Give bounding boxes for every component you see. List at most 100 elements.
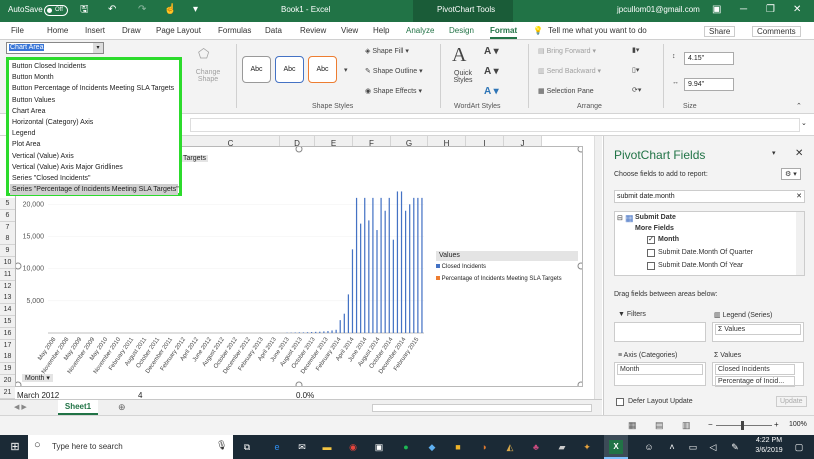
close-icon[interactable]: ✕ (793, 4, 801, 16)
chrome-icon[interactable]: ◉ (346, 440, 360, 454)
dropdown-item[interactable]: Plot Area (12, 139, 40, 150)
tab-analyze[interactable]: Analyze (406, 26, 434, 35)
vertical-scrollbar[interactable] (594, 136, 602, 399)
tree-more-fields[interactable]: More Fields (635, 225, 674, 232)
align-icon[interactable]: ▮▾ (632, 46, 639, 54)
axis-month-chip[interactable]: Month (617, 364, 703, 375)
bring-forward-button[interactable]: ▤ Bring Forward ▾ (538, 47, 596, 55)
redo-icon[interactable]: ↷ (138, 4, 146, 16)
month-checkbox[interactable]: ✓ (647, 236, 655, 244)
close-pane-icon[interactable]: ✕ (795, 148, 803, 159)
windows-start-icon[interactable]: ⊞ (8, 440, 22, 454)
zoom-level[interactable]: 100% (789, 421, 807, 428)
pane-options-icon[interactable]: ▾ (772, 149, 776, 157)
row-header-20[interactable]: 20 (0, 375, 15, 387)
text-fill-icon[interactable]: A ▾ (484, 46, 499, 57)
spotify-icon[interactable]: ● (399, 440, 413, 454)
edge-icon[interactable]: e (270, 440, 284, 454)
row-header-17[interactable]: 17 (0, 339, 15, 352)
dropdown-item[interactable]: Button Closed Incidents (12, 61, 86, 72)
app-icon-orange[interactable]: ◑ (477, 440, 491, 454)
tree-submit-date[interactable]: Submit Date (635, 214, 676, 221)
app-icon-grey[interactable]: ▰ (555, 440, 569, 454)
dropdown-item[interactable]: Vertical (Value) Axis (12, 151, 74, 162)
tree-month[interactable]: Month (658, 236, 679, 243)
dropdown-item[interactable]: Button Percentage of Incidents Meeting S… (12, 83, 174, 94)
show-hidden-icons[interactable]: ˄ (665, 440, 679, 454)
app-icon-blue[interactable]: ◆ (425, 440, 439, 454)
tab-file[interactable]: File (11, 26, 24, 35)
formula-input[interactable] (190, 118, 800, 132)
row-header-12[interactable]: 12 (0, 280, 15, 293)
people-icon[interactable]: ☺ (642, 440, 656, 454)
tab-review[interactable]: Review (300, 26, 326, 35)
rotate-icon[interactable]: ⟳▾ (632, 86, 641, 94)
chart-elements-dropdown[interactable]: Button Closed Incidents Button Month Butto… (6, 57, 182, 196)
shape-style-2[interactable]: Abc (275, 56, 304, 83)
comments-button[interactable]: Comments (752, 26, 801, 37)
row-header-10[interactable]: 10 (0, 257, 15, 269)
excel-taskbar-item[interactable]: X (604, 435, 628, 459)
cell-a21[interactable]: March 2012 (17, 391, 59, 399)
dropdown-item[interactable]: Legend (12, 128, 35, 139)
legend[interactable]: Values Closed Incidents Percentage of In… (436, 251, 578, 295)
tab-insert[interactable]: Insert (85, 26, 105, 35)
row-header-9[interactable]: 9 (0, 245, 15, 258)
shape-effects-button[interactable]: ◉ Shape Effects ▾ (365, 87, 422, 95)
quarter-checkbox[interactable] (647, 249, 655, 257)
shape-outline-button[interactable]: ✎ Shape Outline ▾ (365, 67, 423, 75)
row-header-14[interactable]: 14 (0, 304, 15, 317)
zoom-in-icon[interactable]: + (774, 420, 779, 429)
send-backward-button[interactable]: ▥ Send Backward ▾ (538, 67, 601, 75)
page-break-view-icon[interactable]: ▥ (682, 420, 691, 431)
volume-icon[interactable]: ◁ (706, 440, 720, 454)
clock-date[interactable]: 3/6/2019 (751, 447, 787, 454)
touch-mode-icon[interactable]: ☝ (164, 4, 176, 16)
legend-values-chip[interactable]: Σ Values (715, 324, 801, 335)
tab-help[interactable]: Help (373, 26, 389, 35)
dropdown-item[interactable]: Vertical (Value) Axis Major Gridlines (12, 162, 123, 173)
tab-view[interactable]: View (341, 26, 358, 35)
tree-month-of-year[interactable]: Submit Date.Month Of Year (658, 262, 743, 269)
tab-page-layout[interactable]: Page Layout (156, 26, 201, 35)
legend-item-closed[interactable]: Closed Incidents (436, 264, 578, 270)
zoom-slider[interactable] (716, 425, 772, 426)
selection-pane-button[interactable]: ▦ Selection Pane (538, 87, 594, 95)
sheet-nav-icon[interactable]: ◀ ▶ (14, 403, 27, 411)
dropdown-item[interactable]: Button Month (12, 72, 54, 83)
file-explorer-icon[interactable]: ▬ (320, 440, 334, 454)
field-search-input[interactable]: submit date.month ✕ (614, 190, 805, 203)
zoom-out-icon[interactable]: − (708, 420, 713, 429)
text-effects-icon[interactable]: A ▾ (484, 86, 499, 97)
app-icon-amber[interactable]: ✦ (580, 440, 594, 454)
store-icon[interactable]: ▣ (372, 440, 386, 454)
tree-month-of-quarter[interactable]: Submit Date.Month Of Quarter (658, 249, 753, 256)
clock-time[interactable]: 4:22 PM (751, 437, 787, 444)
page-layout-view-icon[interactable]: ▤ (655, 420, 664, 431)
row-header-11[interactable]: 11 (0, 268, 15, 281)
save-icon[interactable]: 🖫 (80, 4, 89, 16)
app-icon-yellow[interactable]: ■ (451, 440, 465, 454)
dropdown-item[interactable]: Button Values (12, 95, 55, 106)
tab-draw[interactable]: Draw (122, 26, 141, 35)
restore-icon[interactable]: ❐ (766, 4, 775, 16)
change-shape-button[interactable]: Change Shape (193, 69, 223, 83)
row-header-7[interactable]: 7 (0, 221, 15, 234)
row-header-5[interactable]: 5 (0, 198, 15, 210)
quick-styles-button[interactable]: Quick Styles (451, 70, 475, 84)
expand-formula-icon[interactable]: ⌄ (801, 119, 807, 127)
axis-area[interactable]: Month (614, 362, 706, 386)
ribbon-display-icon[interactable]: ▣ (712, 4, 721, 16)
pen-icon[interactable]: ✎ (728, 440, 742, 454)
clear-search-icon[interactable]: ✕ (796, 192, 802, 200)
legend-title[interactable]: Values (436, 251, 578, 261)
cell-b21[interactable]: 4 (138, 391, 142, 399)
shape-style-3[interactable]: Abc (308, 56, 337, 83)
collapse-ribbon-icon[interactable]: ⌃ (796, 102, 802, 110)
horizontal-scrollbar[interactable] (372, 404, 592, 412)
row-header-8[interactable]: 8 (0, 233, 15, 246)
row-header-19[interactable]: 19 (0, 363, 15, 376)
tab-data[interactable]: Data (265, 26, 282, 35)
row-header-21[interactable]: 21 (0, 386, 15, 399)
chevron-down-icon[interactable]: ▾ (93, 43, 103, 53)
